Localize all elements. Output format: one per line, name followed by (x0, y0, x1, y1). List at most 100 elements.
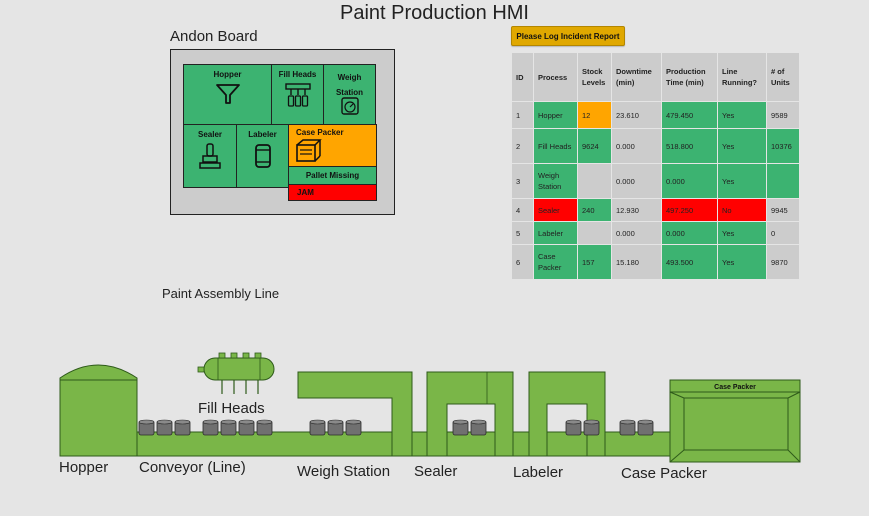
can-icon (254, 144, 271, 168)
box-icon (296, 139, 322, 162)
paint-can-lid (619, 419, 636, 425)
table-cell: Weigh Station (533, 163, 578, 199)
table-cell: 493.500 (661, 244, 718, 280)
andon-tile-case-packer[interactable]: Case Packer (288, 124, 377, 167)
process-status-table: ID Process Stock Levels Downtime (min) P… (511, 52, 800, 280)
table-cell: 240 (577, 198, 612, 222)
paint-can-lid (238, 419, 255, 425)
paint-can-lid (220, 419, 237, 425)
table-cell: Yes (717, 101, 767, 129)
line-label-conveyor: Conveyor (Line) (139, 459, 246, 476)
header-cell: Line Running? (717, 52, 767, 102)
line-label-hopper: Hopper (59, 459, 109, 476)
paint-can-lid (138, 419, 155, 425)
andon-tile-jam[interactable]: JAM (288, 184, 377, 201)
andon-label-jam: JAM (297, 188, 314, 197)
table-header-row: ID Process Stock Levels Downtime (min) P… (511, 52, 800, 102)
header-cell: ID (511, 52, 534, 102)
table-cell: Fill Heads (533, 128, 578, 164)
table-cell: Yes (717, 221, 767, 245)
table-cell: 0.000 (611, 163, 662, 199)
fill-heads-tank[interactable] (197, 352, 275, 394)
table-cell: 23.610 (611, 101, 662, 129)
table-cell: 497.250 (661, 198, 718, 222)
case-packer-machine[interactable]: Case Packer (669, 379, 801, 463)
header-cell: Downtime (min) (611, 52, 662, 102)
table-cell: Case Packer (533, 244, 578, 280)
paint-can-lid (156, 419, 173, 425)
andon-tile-labeler[interactable]: Labeler (236, 124, 289, 188)
table-cell: Yes (717, 163, 767, 199)
paint-can-lid (470, 419, 487, 425)
header-cell: Stock Levels (577, 52, 612, 102)
table-row: 4 Sealer 240 12.930 497.250 No 9945 (511, 198, 800, 222)
table-row: 5 Labeler 0.000 0.000 Yes 0 (511, 221, 800, 245)
andon-board: Hopper Fill Heads Weigh Station Sealer L… (170, 49, 395, 215)
page-title: Paint Production HMI (340, 2, 529, 24)
andon-tile-pallet-missing[interactable]: Pallet Missing (288, 166, 377, 185)
andon-label-weigh-station: Weigh Station (335, 73, 364, 97)
paint-can-lid (452, 419, 469, 425)
paint-can-lid (309, 419, 326, 425)
andon-tile-weigh-station[interactable]: Weigh Station (323, 64, 376, 125)
paint-can-lid (637, 419, 654, 425)
andon-label-labeler: Labeler (248, 130, 277, 139)
table-cell: Labeler (533, 221, 578, 245)
table-cell: 1 (511, 101, 534, 129)
andon-tile-fill-heads[interactable]: Fill Heads (271, 64, 324, 125)
table-cell: 4 (511, 198, 534, 222)
line-label-labeler: Labeler (513, 464, 564, 481)
log-incident-report-button[interactable]: Please Log Incident Report (511, 26, 625, 46)
line-label-fill-heads: Fill Heads (198, 400, 265, 417)
andon-label-sealer: Sealer (197, 130, 223, 139)
case-packer-box-label: Case Packer (714, 384, 756, 391)
header-cell: Production Time (min) (661, 52, 718, 102)
table-cell: 0.000 (611, 221, 662, 245)
table-row: 2 Fill Heads 9624 0.000 518.800 Yes 10376 (511, 128, 800, 164)
table-cell: Sealer (533, 198, 578, 222)
table-cell (577, 221, 612, 245)
funnel-icon (215, 84, 240, 104)
table-row: 1 Hopper 12 23.610 479.450 Yes 9589 (511, 101, 800, 129)
table-cell: 0.000 (661, 221, 718, 245)
andon-label-case-packer: Case Packer (296, 128, 344, 137)
table-cell (766, 163, 800, 199)
stamp-icon (199, 143, 221, 169)
table-cell: 12.930 (611, 198, 662, 222)
table-cell: Hopper (533, 101, 578, 129)
andon-label-hopper: Hopper (213, 70, 242, 79)
paint-can-lid (583, 419, 600, 425)
andon-tile-hopper[interactable]: Hopper (183, 64, 272, 125)
paint-can-lid (565, 419, 582, 425)
andon-label-pallet-missing: Pallet Missing (305, 171, 360, 180)
paint-can-lid (202, 419, 219, 425)
table-cell: 6 (511, 244, 534, 280)
table-cell: 9870 (766, 244, 800, 280)
table-cell: 0 (766, 221, 800, 245)
paint-can-lid (174, 419, 191, 425)
fill-heads-icon (284, 83, 311, 107)
header-cell: Process (533, 52, 578, 102)
line-label-weigh-station: Weigh Station (297, 463, 391, 480)
andon-label-fill-heads: Fill Heads (278, 70, 317, 79)
table-cell: Yes (717, 244, 767, 280)
table-cell: 518.800 (661, 128, 718, 164)
table-cell: 2 (511, 128, 534, 164)
table-cell: 479.450 (661, 101, 718, 129)
table-cell: 12 (577, 101, 612, 129)
table-cell: 3 (511, 163, 534, 199)
table-cell: 0.000 (611, 128, 662, 164)
table-cell: 5 (511, 221, 534, 245)
table-cell: No (717, 198, 767, 222)
andon-tile-sealer[interactable]: Sealer (183, 124, 237, 188)
assembly-line-diagram: Case Packer (59, 352, 801, 463)
table-row: 3 Weigh Station 0.000 0.000 Yes (511, 163, 800, 199)
hopper-machine[interactable] (59, 364, 138, 457)
table-cell (577, 163, 612, 199)
assembly-line-title: Paint Assembly Line (162, 286, 280, 301)
line-label-case-packer: Case Packer (621, 465, 707, 482)
table-cell: 9624 (577, 128, 612, 164)
paint-can-lid (327, 419, 344, 425)
paint-can-lid (256, 419, 273, 425)
line-label-sealer: Sealer (414, 463, 458, 480)
